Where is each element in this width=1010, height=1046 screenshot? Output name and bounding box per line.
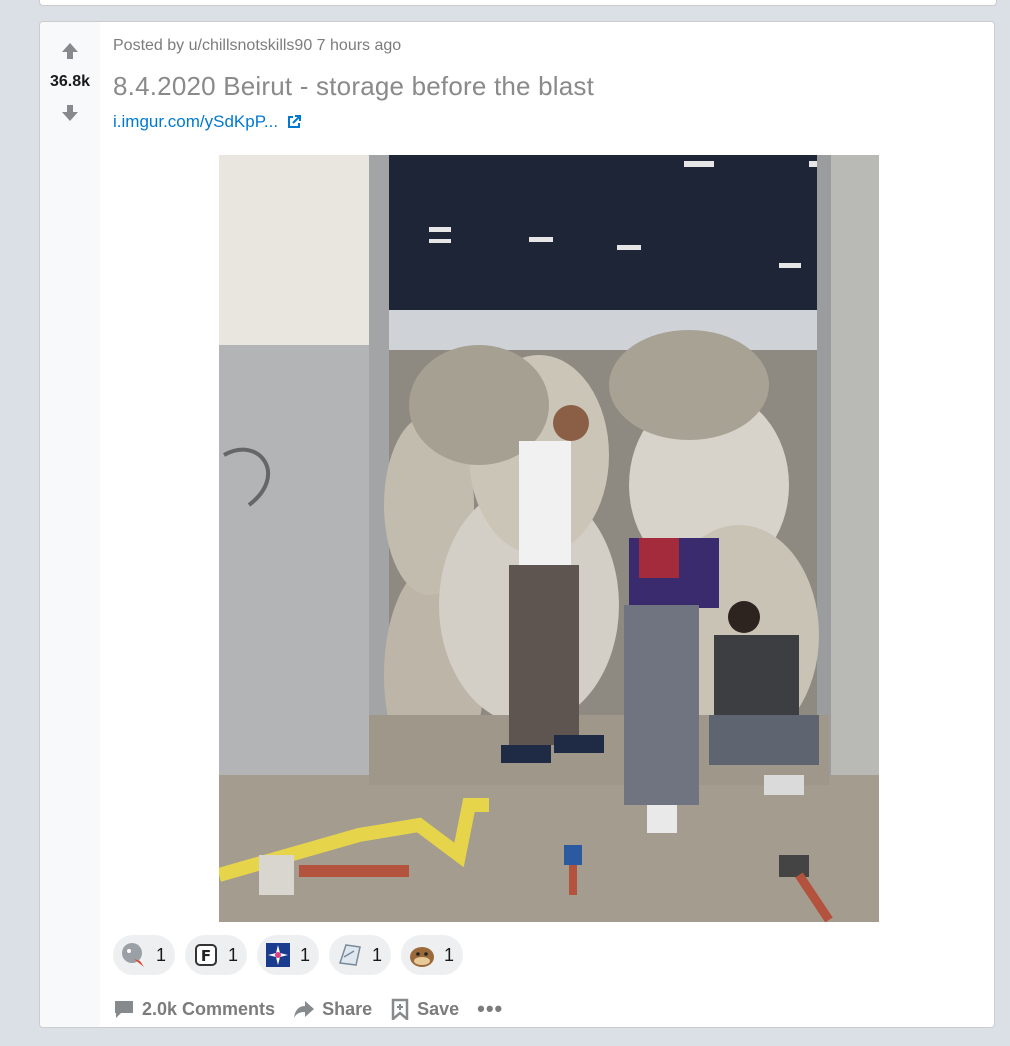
post-content: Posted by u/chillsnotskills90 7 hours ag… <box>113 22 994 1027</box>
post-meta: Posted by u/chillsnotskills90 7 hours ag… <box>113 37 401 55</box>
award-badge[interactable]: 1 <box>329 935 391 975</box>
vote-score: 36.8k <box>49 73 91 90</box>
award-badge[interactable]: F 1 <box>185 935 247 975</box>
post-image[interactable] <box>219 155 879 922</box>
awards-list: 1 F 1 1 1 1 <box>113 935 463 975</box>
comments-label: 2.0k Comments <box>142 998 276 1019</box>
award-count: 1 <box>156 944 167 965</box>
award-5-icon <box>410 947 434 967</box>
external-link[interactable]: i.imgur.com/ySdKpP... <box>113 112 302 132</box>
save-icon <box>391 998 409 1020</box>
external-link-icon <box>288 115 302 128</box>
award-badge[interactable]: 1 <box>401 935 463 975</box>
downvote-icon[interactable] <box>59 102 81 124</box>
post-time: 7 hours ago <box>316 37 402 54</box>
posted-by-label: Posted by <box>113 37 185 54</box>
award-1-icon <box>122 943 144 967</box>
author-link[interactable]: u/chillsnotskills90 <box>189 37 313 54</box>
previous-post-card <box>39 0 997 6</box>
share-icon <box>294 1001 315 1018</box>
award-count: 1 <box>372 944 383 965</box>
comments-button[interactable]: 2.0k Comments <box>113 998 275 1020</box>
save-button[interactable]: Save <box>390 998 459 1020</box>
award-3-icon <box>266 943 290 967</box>
award-count: 1 <box>444 944 455 965</box>
award-4-icon <box>338 944 361 966</box>
post-title[interactable]: 8.4.2020 Beirut - storage before the bla… <box>113 71 594 102</box>
link-text: i.imgur.com/ySdKpP... <box>113 112 279 131</box>
svg-text:F: F <box>201 947 211 965</box>
share-label: Share <box>322 998 373 1019</box>
post-card: 36.8k Posted by u/chillsnotskills90 7 ho… <box>39 21 995 1028</box>
award-count: 1 <box>300 944 311 965</box>
vote-column: 36.8k <box>40 22 100 1027</box>
more-options-button[interactable]: ••• <box>477 996 503 1022</box>
post-actions: 2.0k Comments Share Save ••• <box>113 996 503 1022</box>
save-label: Save <box>417 998 460 1019</box>
award-badge[interactable]: 1 <box>113 935 175 975</box>
comment-icon <box>115 1001 133 1018</box>
award-2-icon: F <box>195 944 217 966</box>
upvote-icon[interactable] <box>59 40 81 62</box>
award-badge[interactable]: 1 <box>257 935 319 975</box>
award-count: 1 <box>228 944 239 965</box>
share-button[interactable]: Share <box>293 998 372 1020</box>
